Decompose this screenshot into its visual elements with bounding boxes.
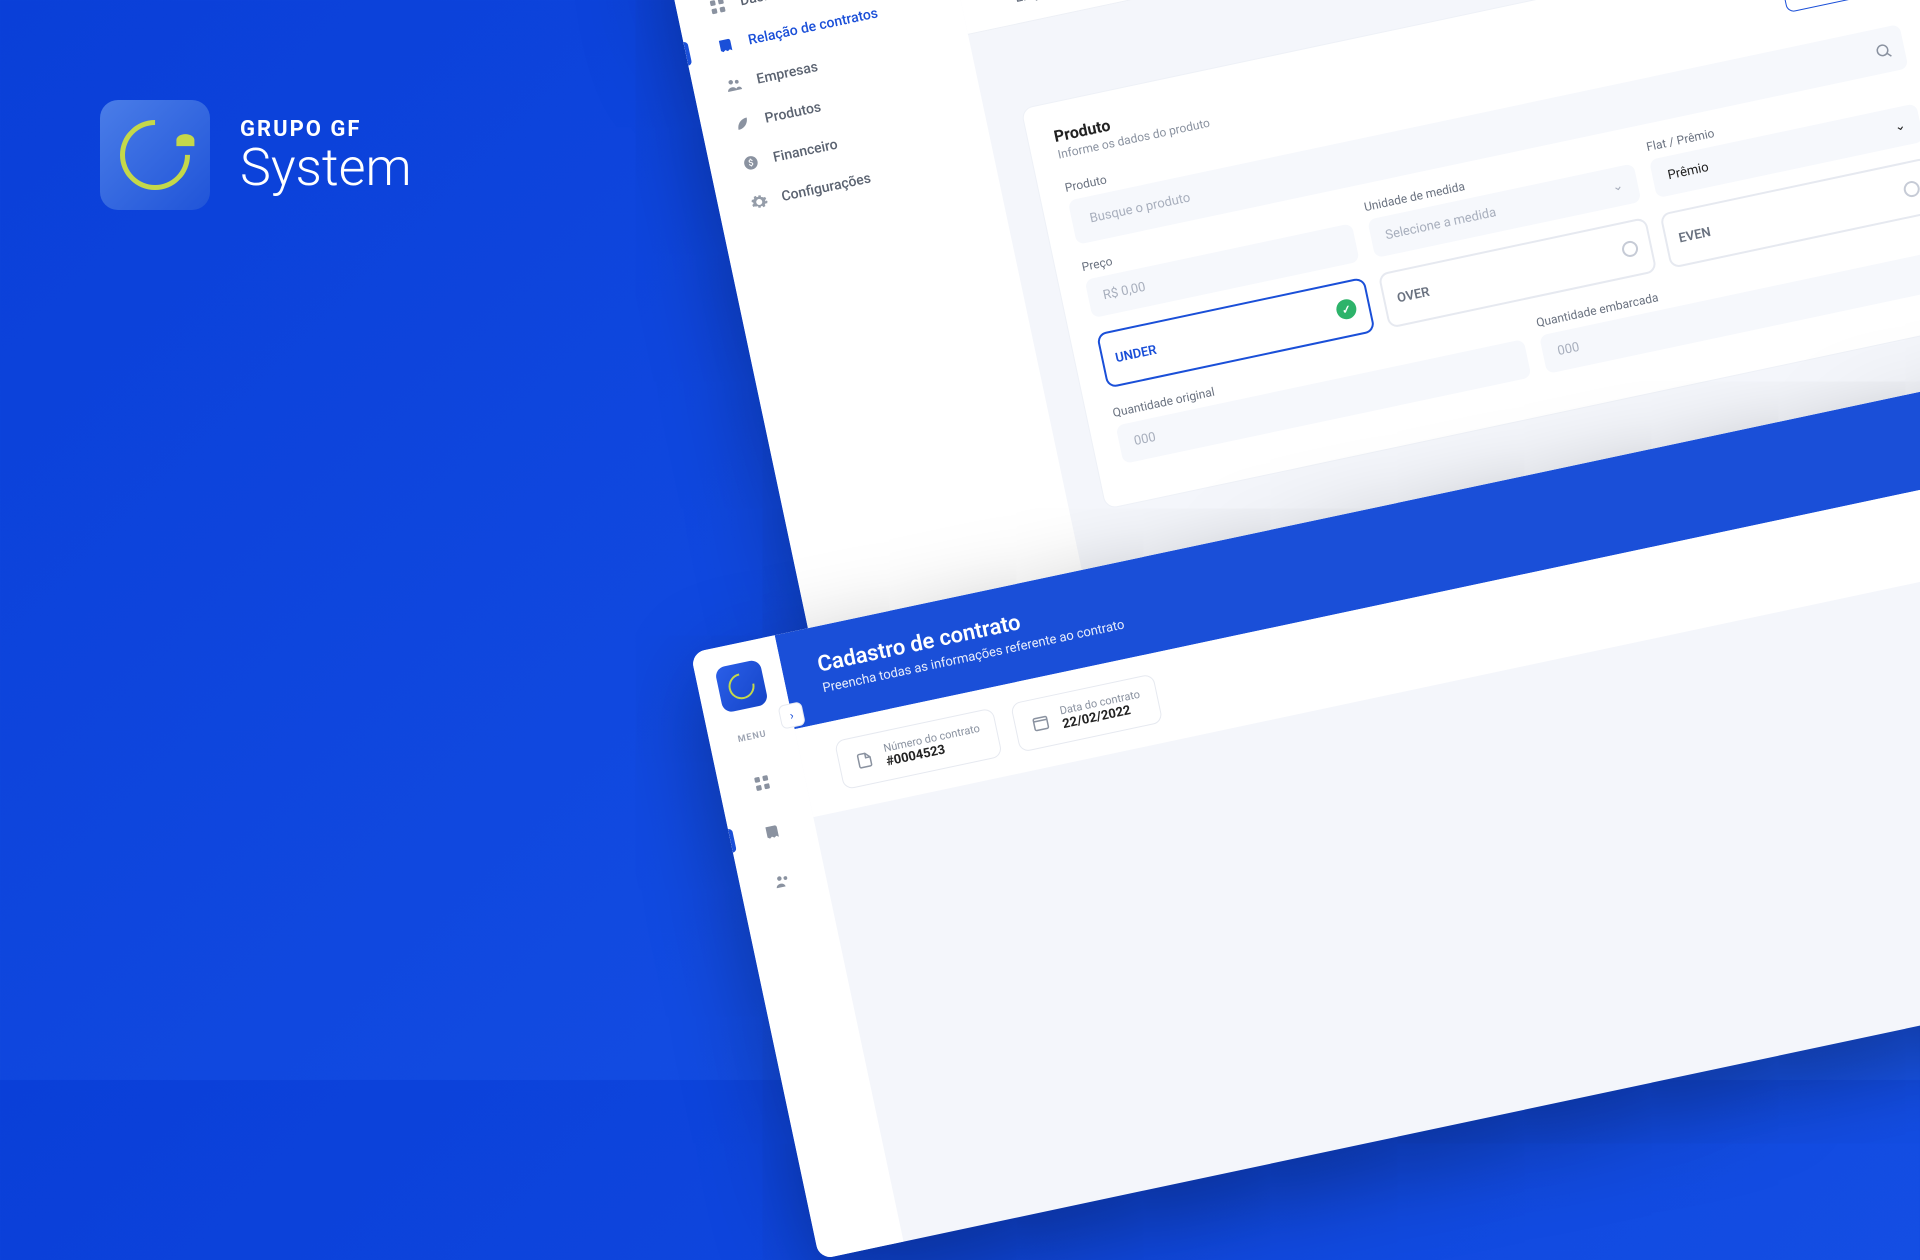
check-icon: ✓ <box>1335 297 1359 321</box>
logo-icon <box>714 659 769 714</box>
sidebar-item-label: Configurações <box>780 170 872 205</box>
search-icon <box>1873 40 1894 61</box>
sidebar-item-label: Financeiro <box>772 137 839 166</box>
sidebar-item-label: Produtos <box>763 99 822 126</box>
radio-icon <box>1621 239 1640 258</box>
radio-icon <box>1902 180 1920 199</box>
chevron-down-icon: ⌄ <box>1893 118 1907 135</box>
contract-date-chip: Data do contrato 22/02/2022 <box>1010 673 1163 752</box>
book-icon <box>762 821 783 842</box>
expand-sidebar-button[interactable]: › <box>777 701 805 729</box>
file-icon <box>854 750 875 771</box>
chevron-down-icon: ⌄ <box>1611 178 1625 195</box>
grid-icon <box>707 0 728 17</box>
grid-icon <box>751 772 772 793</box>
brand-large: System <box>240 142 412 194</box>
contract-number-chip: Número do contrato #0004523 <box>834 707 1003 790</box>
dollar-icon: $ <box>740 152 761 173</box>
menu-heading: MENU <box>737 729 768 745</box>
hero-logo: GRUPO GF System <box>100 100 412 210</box>
mini-item-contratos[interactable] <box>746 806 798 858</box>
calendar-icon <box>1030 712 1051 733</box>
people-icon <box>772 870 793 891</box>
sidebar-item-label: Dashboard <box>738 0 808 9</box>
gear-icon <box>749 191 770 212</box>
sidebar-item-label: Empresas <box>755 59 819 88</box>
book-icon <box>715 35 736 56</box>
logo-mark <box>100 100 210 210</box>
people-icon <box>724 74 745 95</box>
leaf-icon <box>732 113 753 134</box>
mini-item-empresas[interactable] <box>757 855 809 907</box>
mini-item-dashboard[interactable] <box>736 757 788 809</box>
